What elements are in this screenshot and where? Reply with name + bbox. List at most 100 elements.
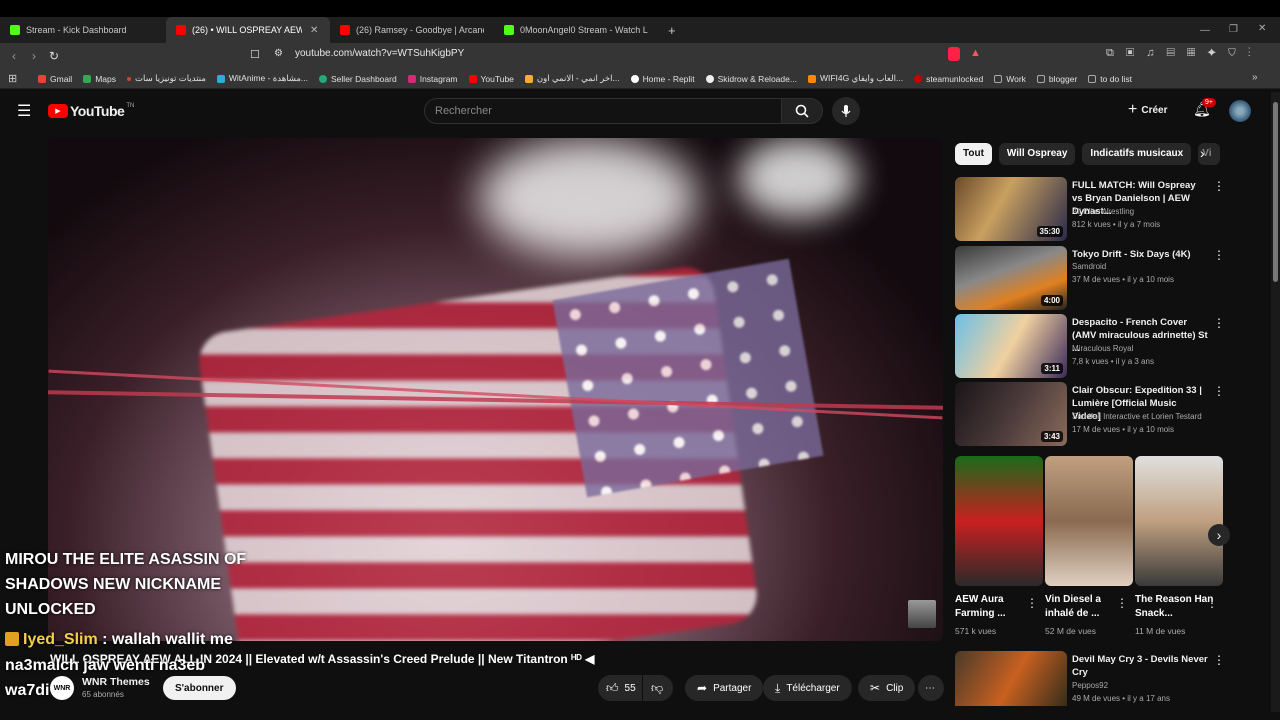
- window-close-icon[interactable]: ✕: [1258, 23, 1266, 34]
- recommendation-item[interactable]: 3:11 Despacito - French Cover (AMV mirac…: [955, 314, 1225, 378]
- short-title[interactable]: Vin Diesel a inhalé de ...: [1045, 593, 1125, 621]
- search-button[interactable]: [781, 98, 823, 124]
- youtube-logo[interactable]: ▶ YouTube TN: [48, 103, 134, 119]
- chip-will-ospreay[interactable]: Will Ospreay: [998, 143, 1076, 165]
- bookmark-replit[interactable]: Home - Replit: [630, 74, 695, 84]
- video-thumbnail[interactable]: [955, 651, 1067, 706]
- maximize-icon[interactable]: ❐: [1229, 24, 1238, 35]
- recommendation-title[interactable]: Devil May Cry 3 - Devils Never Cry: [1072, 653, 1208, 679]
- short-thumbnail[interactable]: [1045, 456, 1133, 586]
- recommendation-channel[interactable]: Samdroid: [1072, 262, 1106, 271]
- scissors-icon: ✂: [870, 681, 881, 695]
- bookmark-witanime[interactable]: WitAnime - مشاهدة...: [216, 73, 308, 84]
- short-thumbnail[interactable]: [1135, 456, 1223, 586]
- thumbs-up-icon: 👍︎: [606, 680, 619, 695]
- more-vert-icon[interactable]: ⋮: [1213, 179, 1225, 193]
- url-field[interactable]: youtube.com/watch?v=WTSuhKigbPY: [295, 48, 464, 59]
- scrollbar[interactable]: [1271, 92, 1280, 712]
- bookmark-instagram[interactable]: Instagram: [407, 74, 458, 84]
- more-bookmarks-icon[interactable]: »: [1252, 72, 1258, 83]
- tab-label: (26) Ramsey - Goodbye | Arcane Lea...: [356, 25, 484, 35]
- download-button[interactable]: ⤓ Télécharger: [763, 675, 852, 701]
- subscribe-button[interactable]: S'abonner: [163, 676, 236, 700]
- extensions-icons[interactable]: ⧉▣♫▤▦✦⛉⋮: [1106, 47, 1263, 60]
- chevron-right-icon[interactable]: ›: [1200, 145, 1205, 161]
- recommendation-item[interactable]: Devil May Cry 3 - Devils Never Cry Peppo…: [955, 651, 1225, 706]
- more-vert-icon[interactable]: ⋮: [1213, 316, 1225, 330]
- bookmark-gmail[interactable]: Gmail: [38, 74, 72, 84]
- recommendation-title[interactable]: Tokyo Drift - Six Days (4K): [1072, 248, 1208, 261]
- more-vert-icon[interactable]: ⋮: [1116, 596, 1128, 610]
- channel-watermark[interactable]: [908, 600, 936, 628]
- share-button[interactable]: ➦ Partager: [685, 675, 764, 701]
- recommendation-item[interactable]: 4:00 Tokyo Drift - Six Days (4K) Samdroi…: [955, 246, 1225, 310]
- brave-shield-icon[interactable]: [948, 47, 960, 61]
- short-title[interactable]: AEW Aura Farming ...: [955, 593, 1035, 621]
- scrollbar-thumb[interactable]: [1273, 102, 1278, 282]
- chip-all[interactable]: Tout: [955, 143, 992, 165]
- video-thumbnail[interactable]: 3:11: [955, 314, 1067, 378]
- avatar[interactable]: [1229, 100, 1251, 122]
- chip-music-themes[interactable]: Indicatifs musicaux: [1082, 143, 1192, 165]
- bookmark-wifi4g[interactable]: WIFI4G العاب وايفاي...: [807, 73, 903, 84]
- reload-icon[interactable]: ↻: [44, 49, 64, 63]
- create-button[interactable]: + Créer: [1128, 102, 1167, 118]
- rewards-icon[interactable]: ▲: [970, 47, 981, 59]
- more-vert-icon[interactable]: ⋮: [1206, 596, 1218, 610]
- more-vert-icon[interactable]: ⋮: [1213, 384, 1225, 398]
- notifications-button[interactable]: 🔔︎ 9+: [1193, 98, 1216, 119]
- shelf-next-button[interactable]: ›: [1208, 524, 1230, 546]
- bookmark-seller-dashboard[interactable]: Seller Dashboard: [319, 74, 397, 84]
- recommendation-item[interactable]: 35:30 FULL MATCH: Will Ospreay vs Bryan …: [955, 177, 1225, 241]
- new-tab-button[interactable]: +: [658, 17, 678, 43]
- bookmark-youtube[interactable]: YouTube: [468, 74, 514, 84]
- bookmarks-bar: ⊞ Gmail Maps منتديات تونيزيا سات WitAnim…: [0, 69, 1280, 89]
- video-thumbnail[interactable]: 35:30: [955, 177, 1067, 241]
- skidrow-icon: [705, 74, 714, 83]
- steamunlocked-icon: [914, 74, 923, 83]
- recommendation-item[interactable]: 3:43 Clair Obscur: Expedition 33 | Lumiè…: [955, 382, 1225, 446]
- bookmark-akhr-anime[interactable]: اخر انمي - الانمي اون...: [524, 73, 620, 84]
- bookmark-folder-work[interactable]: Work: [994, 74, 1026, 84]
- recommendation-channel[interactable]: All Elite Wrestling: [1072, 207, 1134, 216]
- site-info-icon[interactable]: ⚙: [274, 48, 283, 59]
- recommendation-channel[interactable]: Peppos92: [1072, 681, 1108, 690]
- search-icon: [795, 104, 809, 118]
- subscriber-count: 65 abonnés: [82, 690, 124, 699]
- back-icon[interactable]: ‹: [4, 49, 24, 63]
- like-button[interactable]: 👍︎ 55: [598, 675, 642, 701]
- more-actions-button[interactable]: ⋯: [918, 675, 944, 701]
- short-thumbnail[interactable]: [955, 456, 1043, 586]
- tab-ramsey[interactable]: (26) Ramsey - Goodbye | Arcane Lea...: [330, 17, 494, 43]
- minimize-icon[interactable]: —: [1200, 25, 1210, 36]
- forward-icon[interactable]: ›: [24, 49, 44, 63]
- clip-button[interactable]: ✂ Clip: [858, 675, 916, 701]
- more-vert-icon[interactable]: ⋮: [1213, 653, 1225, 667]
- channel-name[interactable]: WNR Themes: [82, 676, 150, 688]
- more-vert-icon[interactable]: ⋮: [1213, 248, 1225, 262]
- bookmark-skidrow[interactable]: Skidrow & Reloade...: [705, 74, 797, 84]
- menu-icon[interactable]: ☰: [17, 101, 31, 121]
- apps-icon[interactable]: ⊞: [8, 72, 17, 85]
- tab-will-ospreay[interactable]: (26) • WILL OSPREAY AEW A... ✕: [166, 17, 330, 43]
- bookmark-maps[interactable]: Maps: [83, 74, 116, 84]
- short-views: 571 k vues: [955, 626, 997, 636]
- recommendation-channel[interactable]: Miraculous Royal: [1072, 344, 1133, 353]
- bookmark-folder-blogger[interactable]: blogger: [1036, 74, 1077, 84]
- bookmark-icon[interactable]: ☐: [250, 48, 260, 61]
- video-thumbnail[interactable]: 4:00: [955, 246, 1067, 310]
- close-icon[interactable]: ✕: [310, 25, 318, 36]
- video-thumbnail[interactable]: 3:43: [955, 382, 1067, 446]
- tab-moonangel[interactable]: 0MoonAngel0 Stream - Watch Live o...: [494, 17, 658, 43]
- bookmark-folder-todo[interactable]: to do list: [1088, 74, 1132, 84]
- voice-search-button[interactable]: [832, 97, 860, 125]
- bookmark-tunisia-sat[interactable]: منتديات تونيزيا سات: [127, 73, 206, 84]
- tab-kick-dashboard[interactable]: Stream - Kick Dashboard: [0, 17, 166, 43]
- more-vert-icon[interactable]: ⋮: [1026, 596, 1038, 610]
- short-title[interactable]: The Reason Han Snack...: [1135, 593, 1215, 621]
- search-input[interactable]: Rechercher: [424, 98, 782, 124]
- recommendation-channel[interactable]: Sandfall Interactive et Lorien Testard: [1072, 412, 1202, 421]
- channel-avatar[interactable]: WNR: [50, 676, 74, 700]
- dislike-button[interactable]: 👎︎: [643, 675, 673, 701]
- bookmark-steamunlocked[interactable]: steamunlocked: [914, 74, 983, 84]
